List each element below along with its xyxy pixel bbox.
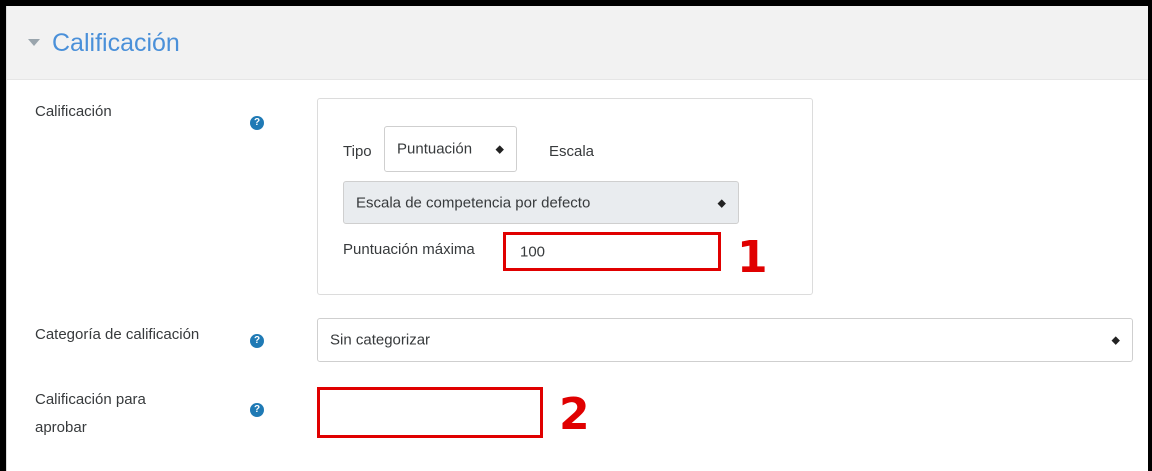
help-icon[interactable]: ? [250, 403, 264, 417]
section-header[interactable]: Calificación [7, 6, 1148, 80]
pass-grade-input[interactable] [317, 387, 543, 438]
max-grade-label: Puntuación máxima [343, 241, 475, 258]
collapse-triangle-icon[interactable] [28, 39, 40, 46]
pass-grade-label-line2: aprobar [35, 419, 87, 436]
category-select[interactable]: Sin categorizar ◆ [317, 318, 1133, 362]
category-label: Categoría de calificación [35, 326, 200, 343]
grade-settings-panel: Calificación Calificación ? Tipo Puntuac… [6, 6, 1148, 471]
escala-label: Escala [549, 143, 595, 160]
annotation-number-1: 1 [737, 232, 768, 283]
annotation-number-2: 2 [559, 389, 590, 440]
grade-type-value: Puntuación [397, 140, 473, 158]
scale-value: Escala de competencia por defecto [356, 194, 591, 211]
max-grade-input[interactable]: 100 [503, 232, 721, 271]
help-icon[interactable]: ? [250, 334, 264, 348]
grade-label: Calificación [35, 103, 112, 120]
category-value: Sin categorizar [330, 331, 431, 349]
sort-arrows-icon: ◆ [717, 197, 726, 209]
max-grade-value: 100 [520, 243, 546, 260]
sort-arrows-icon: ◆ [1111, 334, 1120, 347]
grade-type-select[interactable]: Puntuación ◆ [384, 126, 517, 172]
help-icon[interactable]: ? [250, 116, 264, 130]
section-title[interactable]: Calificación [52, 28, 180, 58]
tipo-label: Tipo [343, 143, 372, 160]
pass-grade-label-line1: Calificación para [35, 391, 146, 408]
sort-arrows-icon: ◆ [495, 143, 504, 156]
scale-select[interactable]: Escala de competencia por defecto ◆ [343, 181, 739, 224]
